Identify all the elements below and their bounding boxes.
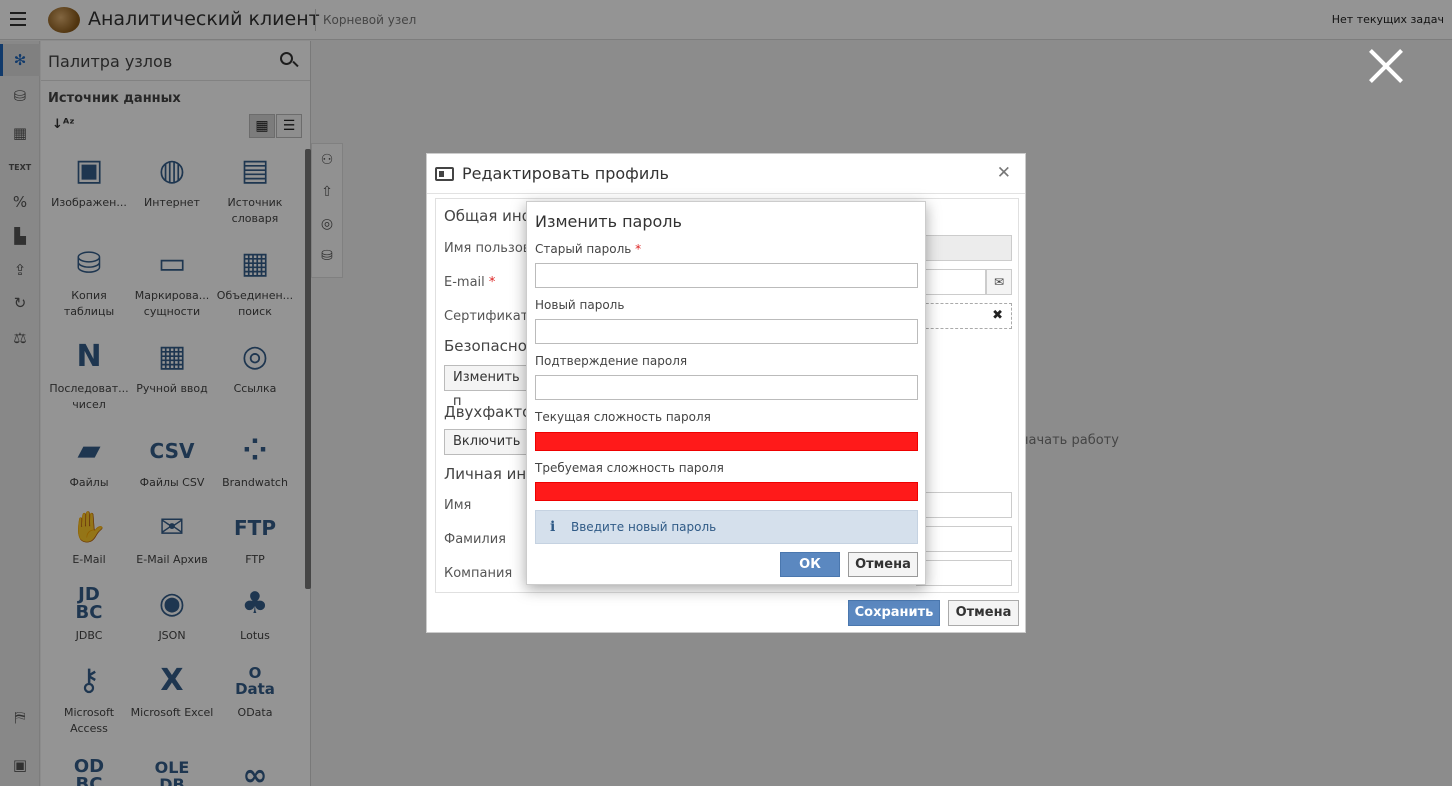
cancel-button[interactable]: Отмена xyxy=(948,600,1019,626)
envelope-icon[interactable]: ✉ xyxy=(986,269,1012,295)
close-icon[interactable]: ✕ xyxy=(997,163,1011,183)
id-card-icon xyxy=(435,167,454,181)
certificate-label: Сертификат * xyxy=(444,309,539,324)
info-text: Введите новый пароль xyxy=(571,520,717,534)
required-strength-bar xyxy=(535,482,918,501)
confirm-password-field[interactable] xyxy=(535,375,918,400)
section-general: Общая инф xyxy=(444,207,535,225)
certificate-dropzone[interactable]: ✖ xyxy=(916,303,1012,329)
new-password-field[interactable] xyxy=(535,319,918,344)
old-password-label: Старый пароль * xyxy=(535,242,642,256)
username-field[interactable] xyxy=(916,235,1012,261)
first-name-label: Имя xyxy=(444,498,472,513)
info-icon: i xyxy=(550,519,556,535)
dialog-title: Редактировать профиль xyxy=(462,164,669,183)
dialog-title: Изменить пароль xyxy=(535,212,682,231)
last-name-field[interactable] xyxy=(916,526,1012,552)
new-password-label: Новый пароль xyxy=(535,298,625,312)
enable-2fa-button[interactable]: Включить xyxy=(444,429,530,455)
current-strength-bar xyxy=(535,432,918,451)
email-label: E-mail * xyxy=(444,275,496,290)
save-button[interactable]: Сохранить xyxy=(848,600,940,626)
info-message: i Введите новый пароль xyxy=(535,510,918,544)
last-name-label: Фамилия xyxy=(444,532,506,547)
email-field[interactable] xyxy=(916,269,986,295)
cancel-button[interactable]: Отмена xyxy=(848,552,918,577)
old-password-field[interactable] xyxy=(535,263,918,288)
first-name-field[interactable] xyxy=(916,492,1012,518)
section-personal: Личная инф xyxy=(444,465,540,483)
change-password-button[interactable]: Изменить п xyxy=(444,365,534,409)
close-icon[interactable] xyxy=(1366,46,1406,86)
ok-button[interactable]: ОК xyxy=(780,552,840,577)
current-strength-label: Текущая сложность пароля xyxy=(535,410,711,424)
section-security: Безопаснос xyxy=(444,337,536,355)
remove-icon[interactable]: ✖ xyxy=(992,308,1003,323)
company-field[interactable] xyxy=(916,560,1012,586)
company-label: Компания xyxy=(444,566,513,581)
dialog-header: Редактировать профиль ✕ xyxy=(427,154,1025,194)
confirm-password-label: Подтверждение пароля xyxy=(535,354,688,368)
required-strength-label: Требуемая сложность пароля xyxy=(535,461,724,475)
username-label: Имя пользова xyxy=(444,241,539,256)
change-password-dialog: Изменить пароль Старый пароль * Новый па… xyxy=(526,201,926,585)
